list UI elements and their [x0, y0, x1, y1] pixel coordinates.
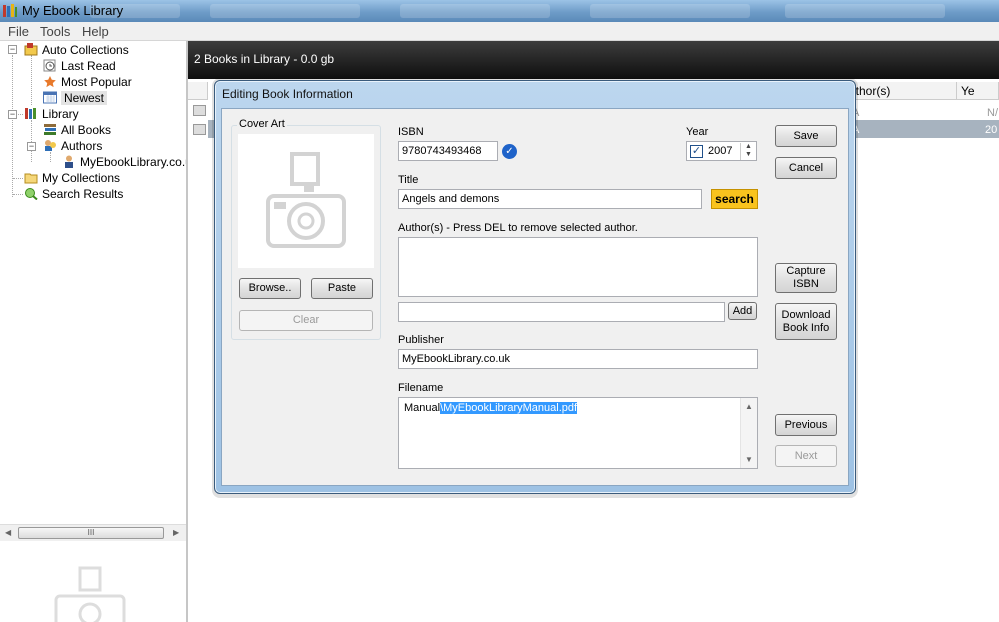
tree-label: Last Read — [61, 59, 116, 73]
expander-library[interactable]: − — [8, 110, 17, 119]
tree-label: All Books — [61, 123, 112, 137]
add-author-button[interactable]: Add — [728, 302, 757, 320]
menu-file[interactable]: File — [8, 24, 29, 39]
spin-up-icon[interactable]: ▲ — [741, 143, 756, 151]
books-count-label: 2 Books in Library - 0.0 gb — [194, 52, 335, 66]
expander-auto-collections[interactable]: − — [8, 45, 17, 54]
add-author-input[interactable] — [398, 302, 725, 322]
menu-help[interactable]: Help — [82, 24, 109, 39]
publisher-label: Publisher — [398, 334, 444, 346]
next-button[interactable]: Next — [775, 445, 837, 467]
publisher-input[interactable]: MyEbookLibrary.co.uk — [398, 349, 758, 369]
tree-item-author-myebooklibrary[interactable]: MyEbookLibrary.co.uk — [62, 154, 198, 170]
year-label: Year — [686, 126, 709, 138]
expander-authors[interactable]: − — [27, 142, 36, 151]
tree-item-all-books[interactable]: All Books — [43, 122, 111, 138]
authors-label: Author(s) - Press DEL to remove selected… — [398, 222, 638, 234]
scrollbar-thumb[interactable]: III — [18, 527, 164, 539]
tree-item-auto-collections[interactable]: Auto Collections — [24, 42, 129, 58]
tree-item-search-results[interactable]: Search Results — [24, 186, 123, 202]
filename-scrollbar[interactable]: ▲ ▼ — [740, 398, 757, 468]
cover-art-image[interactable] — [238, 134, 374, 268]
clock-icon — [43, 59, 56, 72]
tree-label: Authors — [61, 139, 103, 153]
tree-label: Library — [42, 107, 79, 121]
column-header-authors[interactable]: uthor(s) — [845, 82, 957, 100]
grid-cell-year: N/ — [987, 107, 998, 119]
books-icon — [25, 108, 36, 119]
filename-prefix: Manual — [404, 402, 441, 414]
book-thumbnail-icon[interactable] — [193, 105, 206, 116]
menu-bar: File Tools Help — [0, 22, 999, 41]
search-icon — [25, 188, 38, 200]
tree-label: Most Popular — [61, 75, 132, 89]
tree-item-newest[interactable]: Newest — [43, 90, 108, 106]
camera-placeholder-icon — [266, 152, 346, 248]
grid-cell-year: 20 — [985, 124, 998, 136]
capture-isbn-label-line1: Capture — [786, 265, 826, 277]
search-button[interactable]: search — [711, 189, 758, 209]
scroll-right-arrow-icon[interactable]: ▶ — [173, 528, 179, 537]
cover-art-label: Cover Art — [237, 118, 287, 130]
window-title: My Ebook Library — [22, 3, 124, 18]
capture-isbn-button[interactable]: Capture ISBN — [775, 263, 837, 293]
dialog-title: Editing Book Information — [222, 87, 353, 101]
menu-tools[interactable]: Tools — [40, 24, 70, 39]
tree-label: Search Results — [42, 187, 124, 201]
author-icon — [65, 155, 73, 168]
authors-icon — [45, 140, 56, 151]
scroll-left-arrow-icon[interactable]: ◀ — [5, 528, 11, 537]
title-input[interactable]: Angels and demons — [398, 189, 702, 209]
books-stack-icon — [44, 124, 56, 135]
scroll-up-arrow-icon[interactable]: ▲ — [741, 402, 757, 411]
library-tree: − Auto Collections Last Read Most Popula… — [0, 41, 198, 521]
column-header-year[interactable]: Ye — [957, 82, 999, 100]
scroll-down-arrow-icon[interactable]: ▼ — [741, 455, 757, 464]
title-label: Title — [398, 174, 419, 186]
tree-item-most-popular[interactable]: Most Popular — [43, 74, 132, 90]
grid-corner — [188, 82, 208, 100]
tree-label: My Collections — [42, 171, 121, 185]
camera-placeholder-icon — [54, 566, 126, 622]
folder-icon — [24, 173, 38, 184]
browse-button[interactable]: Browse.. — [239, 278, 301, 299]
capture-isbn-label-line2: ISBN — [793, 278, 819, 290]
tree-item-my-collections[interactable]: My Collections — [24, 170, 120, 186]
collection-icon — [24, 43, 38, 56]
year-value[interactable]: 2007 — [708, 145, 732, 157]
app-logo-icon — [3, 4, 17, 17]
download-label-line2: Book Info — [782, 321, 830, 334]
save-button[interactable]: Save — [775, 125, 837, 147]
star-icon — [44, 76, 56, 88]
clear-button[interactable]: Clear — [239, 310, 373, 331]
isbn-input[interactable]: 9780743493468 — [398, 141, 498, 161]
tree-label: Auto Collections — [42, 43, 129, 57]
calendar-icon — [43, 91, 57, 104]
paste-button[interactable]: Paste — [311, 278, 373, 299]
spin-down-icon[interactable]: ▼ — [741, 151, 756, 159]
tree-item-authors[interactable]: Authors — [43, 138, 102, 154]
filename-label: Filename — [398, 382, 444, 394]
year-spinner[interactable]: ▲ ▼ — [740, 143, 756, 160]
tree-item-library[interactable]: Library — [24, 106, 79, 122]
tree-item-last-read[interactable]: Last Read — [43, 58, 116, 74]
filename-textarea[interactable]: Manual\MyEbookLibraryManual.pdf ▲ ▼ — [398, 397, 758, 469]
download-book-info-button[interactable]: Download Book Info — [775, 303, 837, 340]
isbn-verified-check-icon: ✓ — [502, 144, 517, 159]
cover-preview-panel — [0, 541, 186, 622]
year-enabled-checkbox[interactable]: ✓ — [690, 145, 703, 158]
book-thumbnail-icon[interactable] — [193, 124, 206, 135]
cancel-button[interactable]: Cancel — [775, 157, 837, 179]
tree-horizontal-scrollbar[interactable]: ◀ III ▶ — [0, 524, 186, 541]
isbn-label: ISBN — [398, 126, 424, 138]
filename-selection: \MyEbookLibraryManual.pdf — [440, 402, 578, 414]
tree-label: MyEbookLibrary.co.uk — [80, 155, 198, 169]
authors-list[interactable] — [398, 237, 758, 297]
download-label-line1: Download — [781, 308, 831, 321]
tree-label: Newest — [61, 91, 108, 105]
window-titlebar — [0, 0, 999, 22]
previous-button[interactable]: Previous — [775, 414, 837, 436]
